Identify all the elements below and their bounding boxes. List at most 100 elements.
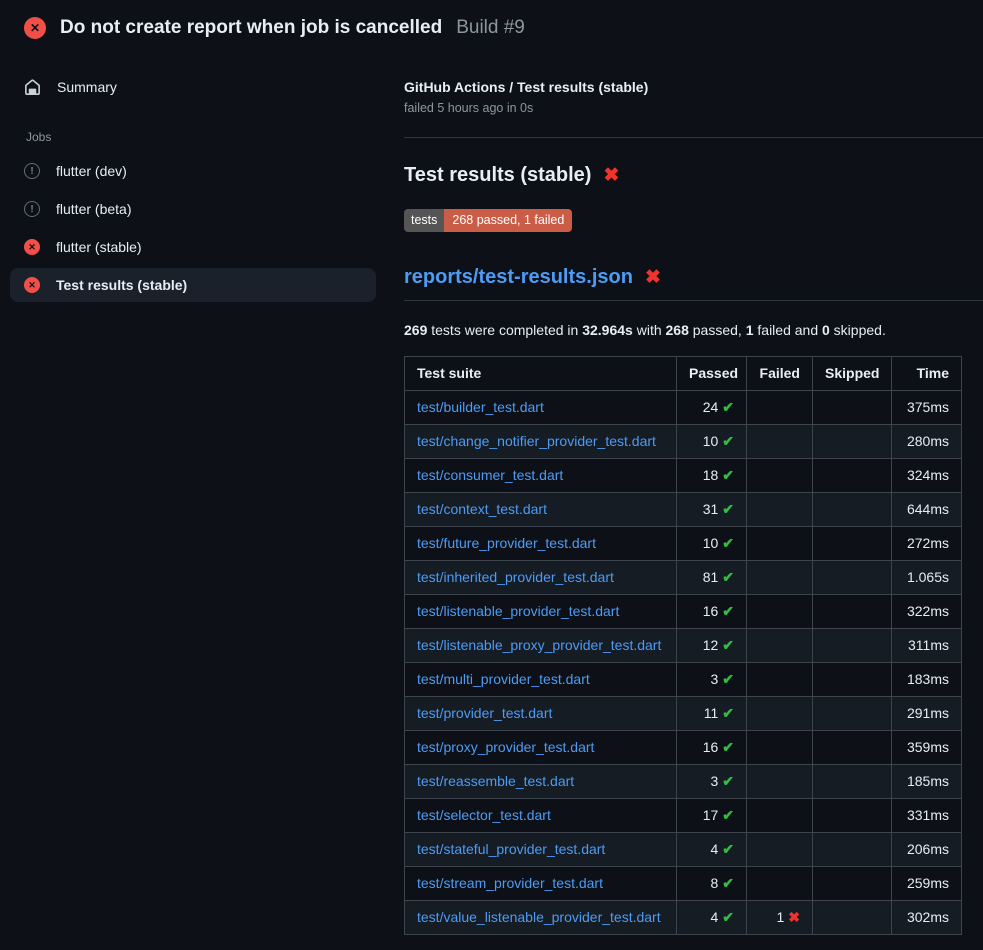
table-row: test/provider_test.dart 11✔ 291ms <box>405 696 962 730</box>
failed-cell <box>747 492 813 526</box>
table-row: test/listenable_proxy_provider_test.dart… <box>405 628 962 662</box>
table-row: test/stream_provider_test.dart8✔259ms <box>405 866 962 900</box>
suite-link[interactable]: test/reassemble_test.dart <box>417 773 574 789</box>
suite-link[interactable]: test/inherited_provider_test.dart <box>417 569 614 585</box>
suite-link[interactable]: test/builder_test.dart <box>417 399 544 415</box>
table-row: test/context_test.dart31✔644ms <box>405 492 962 526</box>
passed-count: 12 <box>703 637 719 653</box>
time-cell: 291ms <box>892 696 962 730</box>
skipped-cell <box>813 662 892 696</box>
check-icon: ✔ <box>722 705 734 721</box>
failed-cell <box>747 764 813 798</box>
suite-link[interactable]: test/change_notifier_provider_test.dart <box>417 433 656 449</box>
job-label: flutter (beta) <box>56 201 131 217</box>
suite-cell: test/stateful_provider_test.dart <box>405 832 677 866</box>
sidebar-job-item-2[interactable]: ✕flutter (stable) <box>10 230 376 264</box>
passed-cell: 10✔ <box>677 424 747 458</box>
check-icon: ✔ <box>722 637 734 653</box>
passed-cell: 8✔ <box>677 866 747 900</box>
sidebar-job-item-0[interactable]: ! flutter (dev) <box>10 154 376 188</box>
failed-cell <box>747 424 813 458</box>
report-title-link[interactable]: reports/test-results.json <box>404 266 633 289</box>
passed-count: 3 <box>710 671 718 687</box>
summary-segment: 32.964s <box>582 322 633 338</box>
table-row: test/multi_provider_test.dart 3✔ 183ms <box>405 662 962 696</box>
page-header: ✕ Do not create report when job is cance… <box>0 0 983 55</box>
job-failed-icon: ✕ <box>24 239 40 255</box>
suite-link[interactable]: test/listenable_proxy_provider_test.dart <box>417 637 661 653</box>
suite-link[interactable]: test/provider_test.dart <box>417 705 552 721</box>
suite-cell: test/change_notifier_provider_test.dart <box>405 424 677 458</box>
skipped-cell <box>813 424 892 458</box>
skipped-cell <box>813 492 892 526</box>
passed-cell: 4✔ <box>677 900 747 934</box>
sidebar-job-item-1[interactable]: ! flutter (beta) <box>10 192 376 226</box>
time-cell: 183ms <box>892 662 962 696</box>
job-label: Test results (stable) <box>56 277 187 293</box>
summary-segment: 1 <box>746 322 754 338</box>
failed-status-icon: ✕ <box>24 17 46 39</box>
passed-count: 3 <box>710 773 718 789</box>
table-row: test/inherited_provider_test.dart81✔1.06… <box>405 560 962 594</box>
suite-link[interactable]: test/proxy_provider_test.dart <box>417 739 594 755</box>
sidebar-job-item-3[interactable]: ✕Test results (stable) <box>10 268 376 302</box>
suite-cell: test/multi_provider_test.dart <box>405 662 677 696</box>
suite-link[interactable]: test/stateful_provider_test.dart <box>417 841 605 857</box>
skipped-cell <box>813 900 892 934</box>
passed-count: 17 <box>703 807 719 823</box>
time-cell: 311ms <box>892 628 962 662</box>
check-icon: ✔ <box>722 501 734 517</box>
breadcrumb: GitHub Actions / Test results (stable) <box>404 79 983 95</box>
section-heading: Test results (stable) ✖ <box>404 164 983 187</box>
passed-count: 11 <box>704 705 719 721</box>
table-row: test/value_listenable_provider_test.dart… <box>405 900 962 934</box>
check-icon: ✔ <box>722 467 734 483</box>
header-divider <box>404 137 983 138</box>
skipped-cell <box>813 798 892 832</box>
suite-link[interactable]: test/future_provider_test.dart <box>417 535 596 551</box>
sidebar-item-summary[interactable]: Summary <box>10 69 376 104</box>
failed-cross-icon: ✖ <box>603 166 619 185</box>
table-row: test/listenable_provider_test.dart16✔322… <box>405 594 962 628</box>
jobs-sidebar: Summary Jobs ! flutter (dev)! flutter (bet… <box>0 55 390 306</box>
check-icon: ✔ <box>722 841 734 857</box>
suite-link[interactable]: test/context_test.dart <box>417 501 547 517</box>
suite-link[interactable]: test/listenable_provider_test.dart <box>417 603 619 619</box>
suite-cell: test/value_listenable_provider_test.dart <box>405 900 677 934</box>
skipped-cell <box>813 866 892 900</box>
check-icon: ✔ <box>722 875 734 891</box>
summary-segment: skipped. <box>830 322 886 338</box>
section-title: Test results (stable) <box>404 164 591 187</box>
report-failed-cross-icon: ✖ <box>645 268 661 287</box>
skipped-cell <box>813 390 892 424</box>
failed-cell <box>747 594 813 628</box>
skipped-cell <box>813 832 892 866</box>
check-icon: ✔ <box>722 603 734 619</box>
check-icon: ✔ <box>722 569 734 585</box>
suite-cell: test/listenable_provider_test.dart <box>405 594 677 628</box>
table-row: test/proxy_provider_test.dart16✔359ms <box>405 730 962 764</box>
time-cell: 324ms <box>892 458 962 492</box>
passed-count: 16 <box>703 603 719 619</box>
build-number: Build #9 <box>456 17 525 39</box>
column-header-skipped: Skipped <box>813 356 892 390</box>
job-cancelled-icon: ! <box>24 163 40 179</box>
suite-link[interactable]: test/consumer_test.dart <box>417 467 563 483</box>
tests-badge: tests 268 passed, 1 failed <box>404 209 572 232</box>
jobs-section-label: Jobs <box>10 122 376 154</box>
passed-cell: 3✔ <box>677 662 747 696</box>
time-cell: 206ms <box>892 832 962 866</box>
job-cancelled-icon: ! <box>24 201 40 217</box>
suite-link[interactable]: test/stream_provider_test.dart <box>417 875 603 891</box>
suite-cell: test/builder_test.dart <box>405 390 677 424</box>
suite-link[interactable]: test/selector_test.dart <box>417 807 551 823</box>
suite-link[interactable]: test/value_listenable_provider_test.dart <box>417 909 661 925</box>
report-heading: reports/test-results.json ✖ <box>404 266 983 301</box>
passed-cell: 3✔ <box>677 764 747 798</box>
passed-count: 24 <box>703 399 719 415</box>
suite-link[interactable]: test/multi_provider_test.dart <box>417 671 590 687</box>
job-label: flutter (dev) <box>56 163 127 179</box>
passed-cell: 11✔ <box>677 696 747 730</box>
badge-label: tests <box>404 209 444 232</box>
column-header-time: Time <box>892 356 962 390</box>
